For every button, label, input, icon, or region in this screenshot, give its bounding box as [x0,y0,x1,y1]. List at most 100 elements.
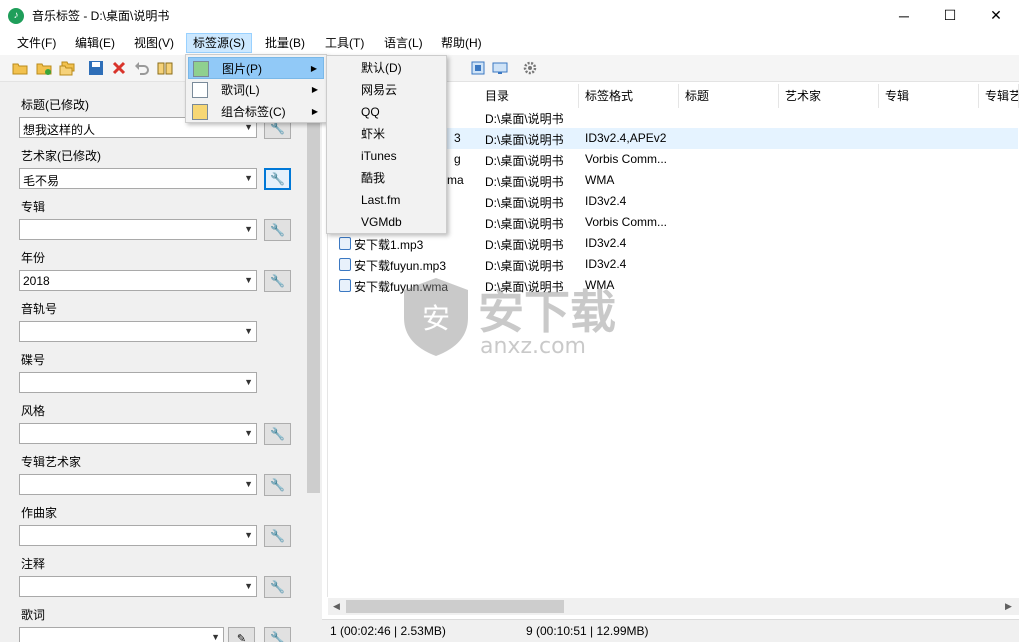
undo-icon[interactable] [134,60,150,76]
column-header-tag-format[interactable]: 标签格式 [579,84,679,108]
year-tool-button[interactable]: 🔧 [264,270,291,292]
lyrics-edit-button[interactable]: ✎ [228,627,255,642]
status-total: 9 (00:10:51 | 12.99MB) [526,624,649,638]
file-dir: D:\桌面\说明书 [485,259,564,273]
source-default[interactable]: 默认(D) [361,57,402,79]
save-icon[interactable] [88,60,104,76]
chevron-down-icon: ▼ [244,326,253,336]
source-lastfm[interactable]: Last.fm [361,189,400,211]
scroll-right-icon[interactable]: ▶ [1005,601,1012,612]
monitor-icon[interactable] [492,60,508,76]
gear-icon[interactable] [522,60,538,76]
menu-edit[interactable]: 编辑(E) [69,33,121,53]
album-artist-combo[interactable]: ▼ [19,474,257,495]
field-label-genre: 风格 [21,404,46,418]
wrench-icon: 🔧 [270,529,285,543]
track-combo[interactable]: ▼ [19,321,257,342]
table-row[interactable]: 安下载1.mp3 D:\桌面\说明书 ID3v2.4 [328,233,1018,254]
menu-bar: 文件(F) 编辑(E) 视图(V) 标签源(S) 批量(B) 工具(T) 语言(… [0,31,1019,55]
genre-tool-button[interactable]: 🔧 [264,423,291,445]
artist-tool-button[interactable]: 🔧 [264,168,291,190]
menu-help[interactable]: 帮助(H) [435,33,488,53]
open-folder-icon[interactable] [12,60,28,76]
tag-source-menu: 图片(P) ▶ 歌词(L) ▶ 组合标签(C) ▶ [185,54,327,123]
shield-icon: 安 [404,278,468,356]
field-label-year: 年份 [21,251,46,265]
file-dir: D:\桌面\说明书 [485,196,564,210]
source-xiami[interactable]: 虾米 [361,123,385,145]
table-row[interactable]: 安下载fuyun.mp3 D:\桌面\说明书 ID3v2.4 [328,254,1018,275]
menu-language[interactable]: 语言(L) [378,33,429,53]
book-icon[interactable] [157,60,173,76]
year-combo[interactable]: 2018 ▼ [19,270,257,291]
watermark-subtext: anxz.com [480,334,586,359]
file-dir: D:\桌面\说明书 [485,133,564,147]
title-value: 想我这样的人 [23,123,96,137]
folders-icon[interactable] [59,60,75,76]
album-tool-button[interactable]: 🔧 [264,219,291,241]
audio-file-icon [339,258,351,271]
field-label-album-artist: 专辑艺术家 [21,455,82,469]
source-itunes[interactable]: iTunes [361,145,397,167]
scroll-left-icon[interactable]: ◀ [333,601,340,612]
menu-batch[interactable]: 批量(B) [259,33,311,53]
column-header-artist[interactable]: 艺术家 [779,84,879,108]
status-selected: 1 (00:02:46 | 2.53MB) [330,624,446,638]
watermark: 安 安下载 anxz.com [400,276,680,366]
menu-item-combined-tags[interactable]: 组合标签(C) ▶ [188,101,324,123]
list-scroll-thumb[interactable] [346,600,564,613]
field-label-track: 音轨号 [21,302,58,316]
wrench-icon: 🔧 [270,478,285,492]
composer-combo[interactable]: ▼ [19,525,257,546]
file-name: g [454,152,461,166]
source-qq[interactable]: QQ [361,101,380,123]
export-icon[interactable] [470,60,486,76]
composer-tool-button[interactable]: 🔧 [264,525,291,547]
field-label-lyrics: 歌词 [21,608,46,622]
lyrics-tool-button[interactable]: 🔧 [264,627,291,642]
artist-combo[interactable]: 毛不易 ▼ [19,168,257,189]
close-button[interactable]: ✕ [973,0,1019,31]
source-vgmdb[interactable]: VGMdb [361,211,402,233]
maximize-button[interactable]: ☐ [927,0,973,31]
disc-combo[interactable]: ▼ [19,372,257,393]
menu-file[interactable]: 文件(F) [11,33,62,53]
source-kuwo[interactable]: 酷我 [361,167,385,189]
comment-tool-button[interactable]: 🔧 [264,576,291,598]
album-combo[interactable]: ▼ [19,219,257,240]
column-header-directory[interactable]: 目录 [479,84,579,108]
menu-tag-source[interactable]: 标签源(S) [186,33,252,53]
chevron-down-icon: ▼ [244,173,253,183]
file-format: ID3v2.4 [585,194,627,208]
file-dir: D:\桌面\说明书 [485,217,564,231]
watermark-text: 安下载 [478,285,616,339]
wrench-icon: 🔧 [270,223,285,237]
left-panel-scroll-thumb[interactable] [307,88,320,493]
menu-tools[interactable]: 工具(T) [319,33,370,53]
chevron-down-icon: ▼ [244,377,253,387]
menu-item-lyrics[interactable]: 歌词(L) ▶ [188,79,324,101]
column-header-album[interactable]: 专辑 [879,84,979,108]
column-header-album-artist[interactable]: 专辑艺 [979,84,1019,108]
menu-view[interactable]: 视图(V) [128,33,180,53]
wrench-icon: 🔧 [270,427,285,441]
genre-combo[interactable]: ▼ [19,423,257,444]
menu-item-picture[interactable]: 图片(P) ▶ [188,57,324,79]
chevron-down-icon: ▼ [244,581,253,591]
file-name: 安下载fuyun.mp3 [354,259,447,273]
file-format: ID3v2.4 [585,257,627,271]
chevron-down-icon: ▼ [211,632,220,642]
wrench-icon: 🔧 [270,172,285,186]
music-note-icon: ♪ [8,7,24,24]
add-folder-icon[interactable] [36,60,52,76]
delete-icon[interactable] [111,60,127,76]
field-label-comment: 注释 [21,557,46,571]
album-artist-tool-button[interactable]: 🔧 [264,474,291,496]
audio-file-icon [339,237,351,250]
lyrics-combo[interactable]: ▼ [19,627,224,642]
minimize-button[interactable]: ─ [881,0,927,31]
picture-source-submenu: 默认(D) 网易云 QQ 虾米 iTunes 酷我 Last.fm VGMdb [326,55,447,234]
column-header-title[interactable]: 标题 [679,84,779,108]
comment-combo[interactable]: ▼ [19,576,257,597]
source-netease[interactable]: 网易云 [361,79,397,101]
